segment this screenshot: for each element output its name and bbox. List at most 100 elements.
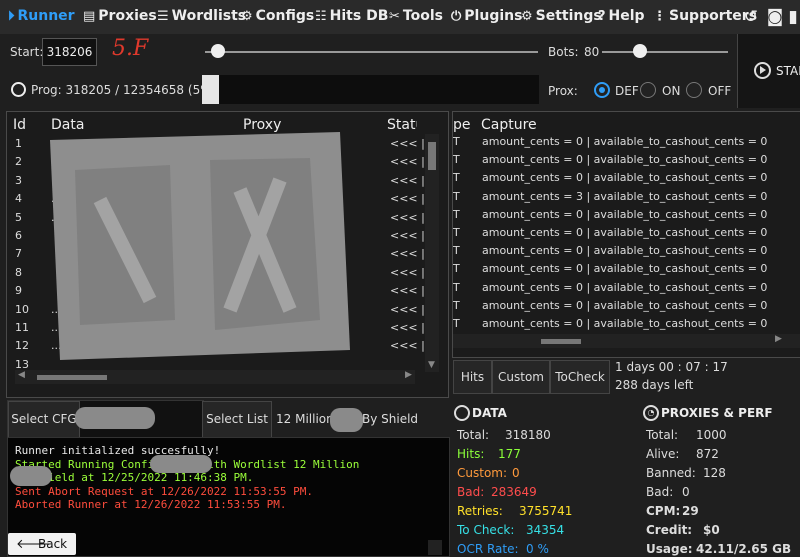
row-capture: amount_cents = 0 | available_to_cashout_… [482,171,768,185]
row-capture: amount_cents = 0 | available_to_cashout_… [482,207,768,221]
nav-plugins[interactable]: ⏻ Plugins [451,8,522,24]
redaction-scribble [50,132,350,360]
play-icon [754,62,771,79]
scroll-right-icon[interactable]: ▶ [775,334,782,344]
capture-row[interactable]: Tamount_cents = 0 | available_to_cashout… [453,153,793,171]
gear-icon: ⚙ [521,9,533,24]
start-slider-track[interactable] [205,51,538,53]
data-ring-icon [454,405,470,421]
row-status: <<< | [390,284,425,298]
jobs-vscroll-thumb[interactable] [428,142,436,170]
list-name: 12 Million [276,412,334,426]
row-id: 11 [15,321,29,334]
extra-icon[interactable]: ▮ [786,5,800,29]
row-capture: amount_cents = 0 | available_to_cashout_… [482,244,768,258]
jobs-hscroll-thumb[interactable] [37,375,107,380]
col-capture[interactable]: Capture [481,117,537,133]
col-type[interactable]: pe [453,117,471,133]
log-line: Aborted Runner at 12/26/2022 11:53:55 PM… [15,498,287,511]
capture-row[interactable]: Tamount_cents = 0 | available_to_cashout… [453,226,793,244]
capture-row[interactable]: Tamount_cents = 0 | available_to_cashout… [453,281,793,299]
capture-row[interactable]: Tamount_cents = 0 | available_to_cashout… [453,135,793,153]
scroll-left-icon[interactable]: ◀ [18,370,25,380]
row-type: T [453,226,460,239]
row-type: T [453,189,460,203]
data-stat-label: OCR Rate: [457,542,519,556]
scroll-right-icon[interactable]: ▶ [405,370,412,380]
tab-custom[interactable]: Custom [492,360,550,394]
data-stat-value: 0 [512,466,520,480]
prox-radio-off[interactable] [686,82,702,98]
col-status[interactable]: Status [387,117,417,133]
capture-hscroll[interactable]: ▶ [453,334,800,348]
bots-label: Bots: [548,45,579,59]
camera-icon[interactable]: ◙ [762,5,788,29]
back-button[interactable]: 🡐 Back [8,533,76,555]
tools-icon: ✂ [389,9,400,24]
nav-hits-db[interactable]: ☷ Hits DB [315,8,388,24]
jobs-vscroll[interactable]: ▼ [425,134,439,372]
nav-configs[interactable]: ⚙ Configs [241,8,314,24]
capture-row[interactable]: Tamount_cents = 0 | available_to_cashout… [453,208,793,226]
row-id: 7 [15,247,22,261]
nav-settings[interactable]: ⚙ Settings [521,8,602,24]
question-icon: ? [598,9,606,24]
capture-row[interactable]: Tamount_cents = 0 | available_to_cashout… [453,299,793,317]
capture-row[interactable]: Tamount_cents = 0 | available_to_cashout… [453,317,793,330]
capture-row[interactable]: Tamount_cents = 0 | available_to_cashout… [453,262,793,280]
capture-hscroll-thumb[interactable] [541,339,581,344]
start-button[interactable]: STAR [737,34,800,108]
scroll-down-icon[interactable]: ▼ [428,360,435,370]
tab-tocheck[interactable]: ToCheck [550,360,610,394]
runner-icon: ⏵ [8,9,15,24]
row-capture: amount_cents = 0 | available_to_cashout_… [482,153,768,167]
prox-radio-def[interactable] [594,82,610,98]
bots-slider-track[interactable] [602,51,728,53]
log-line: Sent Abort Request at 12/26/2022 11:53:5… [15,484,314,498]
prox-option-off: OFF [708,84,732,98]
capture-row[interactable]: Tamount_cents = 0 | available_to_cashout… [453,244,793,262]
row-status: <<< | [390,265,425,279]
prox-option-def: DEF [615,84,639,98]
row-id: 6 [15,229,22,242]
nav-tools[interactable]: ✂ Tools [389,8,443,24]
capture-row[interactable]: Tamount_cents = 3 | available_to_cashout… [453,190,793,208]
select-cfg-button[interactable]: Select CFG [8,401,80,438]
bots-slider-knob[interactable] [633,44,648,58]
row-id: 13 [15,357,29,369]
list-author: By Shield [362,412,419,426]
start-slider-knob[interactable] [211,44,225,58]
bots-value: 80 [584,45,600,59]
nav-runner[interactable]: ⏵ Runner [8,8,75,24]
row-status: <<< | [390,302,425,316]
row-id: 9 [15,284,22,298]
select-list-button[interactable]: Select List [202,401,272,438]
log-vscroll[interactable] [428,540,442,555]
handwritten-annotation: 5.F [112,36,149,61]
data-title: DATA [472,406,507,420]
proxy-stat-label: Total: [646,428,679,442]
nav-wordlists[interactable]: ☰ Wordlists [157,8,246,24]
history-icon[interactable]: ↺ [738,5,764,29]
redaction-blot [330,408,363,432]
nav-help[interactable]: ? Help [598,8,645,24]
capture-row[interactable]: Tamount_cents = 0 | available_to_cashout… [453,171,793,189]
data-stat-label: To Check: [457,523,515,537]
data-stat-label: Retries: [457,504,503,518]
nav-proxies[interactable]: ▤ Proxies [83,8,157,24]
redaction-blot [10,466,52,486]
col-id[interactable]: Id [13,117,26,133]
data-stat-label: Bad: [457,485,485,499]
row-status: <<< | [390,229,425,242]
row-id: 4 [15,192,22,206]
prox-radio-on[interactable] [640,82,656,98]
proxy-stat-value: 128 [703,466,726,480]
proxy-stat-label: Usage: [646,542,693,556]
tab-hits[interactable]: Hits [453,360,492,394]
gauge-icon: ◔ [643,405,659,421]
list-icon: ☰ [157,9,169,24]
data-stat-label: Total: [457,428,490,442]
server-icon: ▤ [83,9,96,24]
start-input[interactable]: 318206 [42,38,97,66]
proxy-stat-value: 0 [682,485,690,499]
